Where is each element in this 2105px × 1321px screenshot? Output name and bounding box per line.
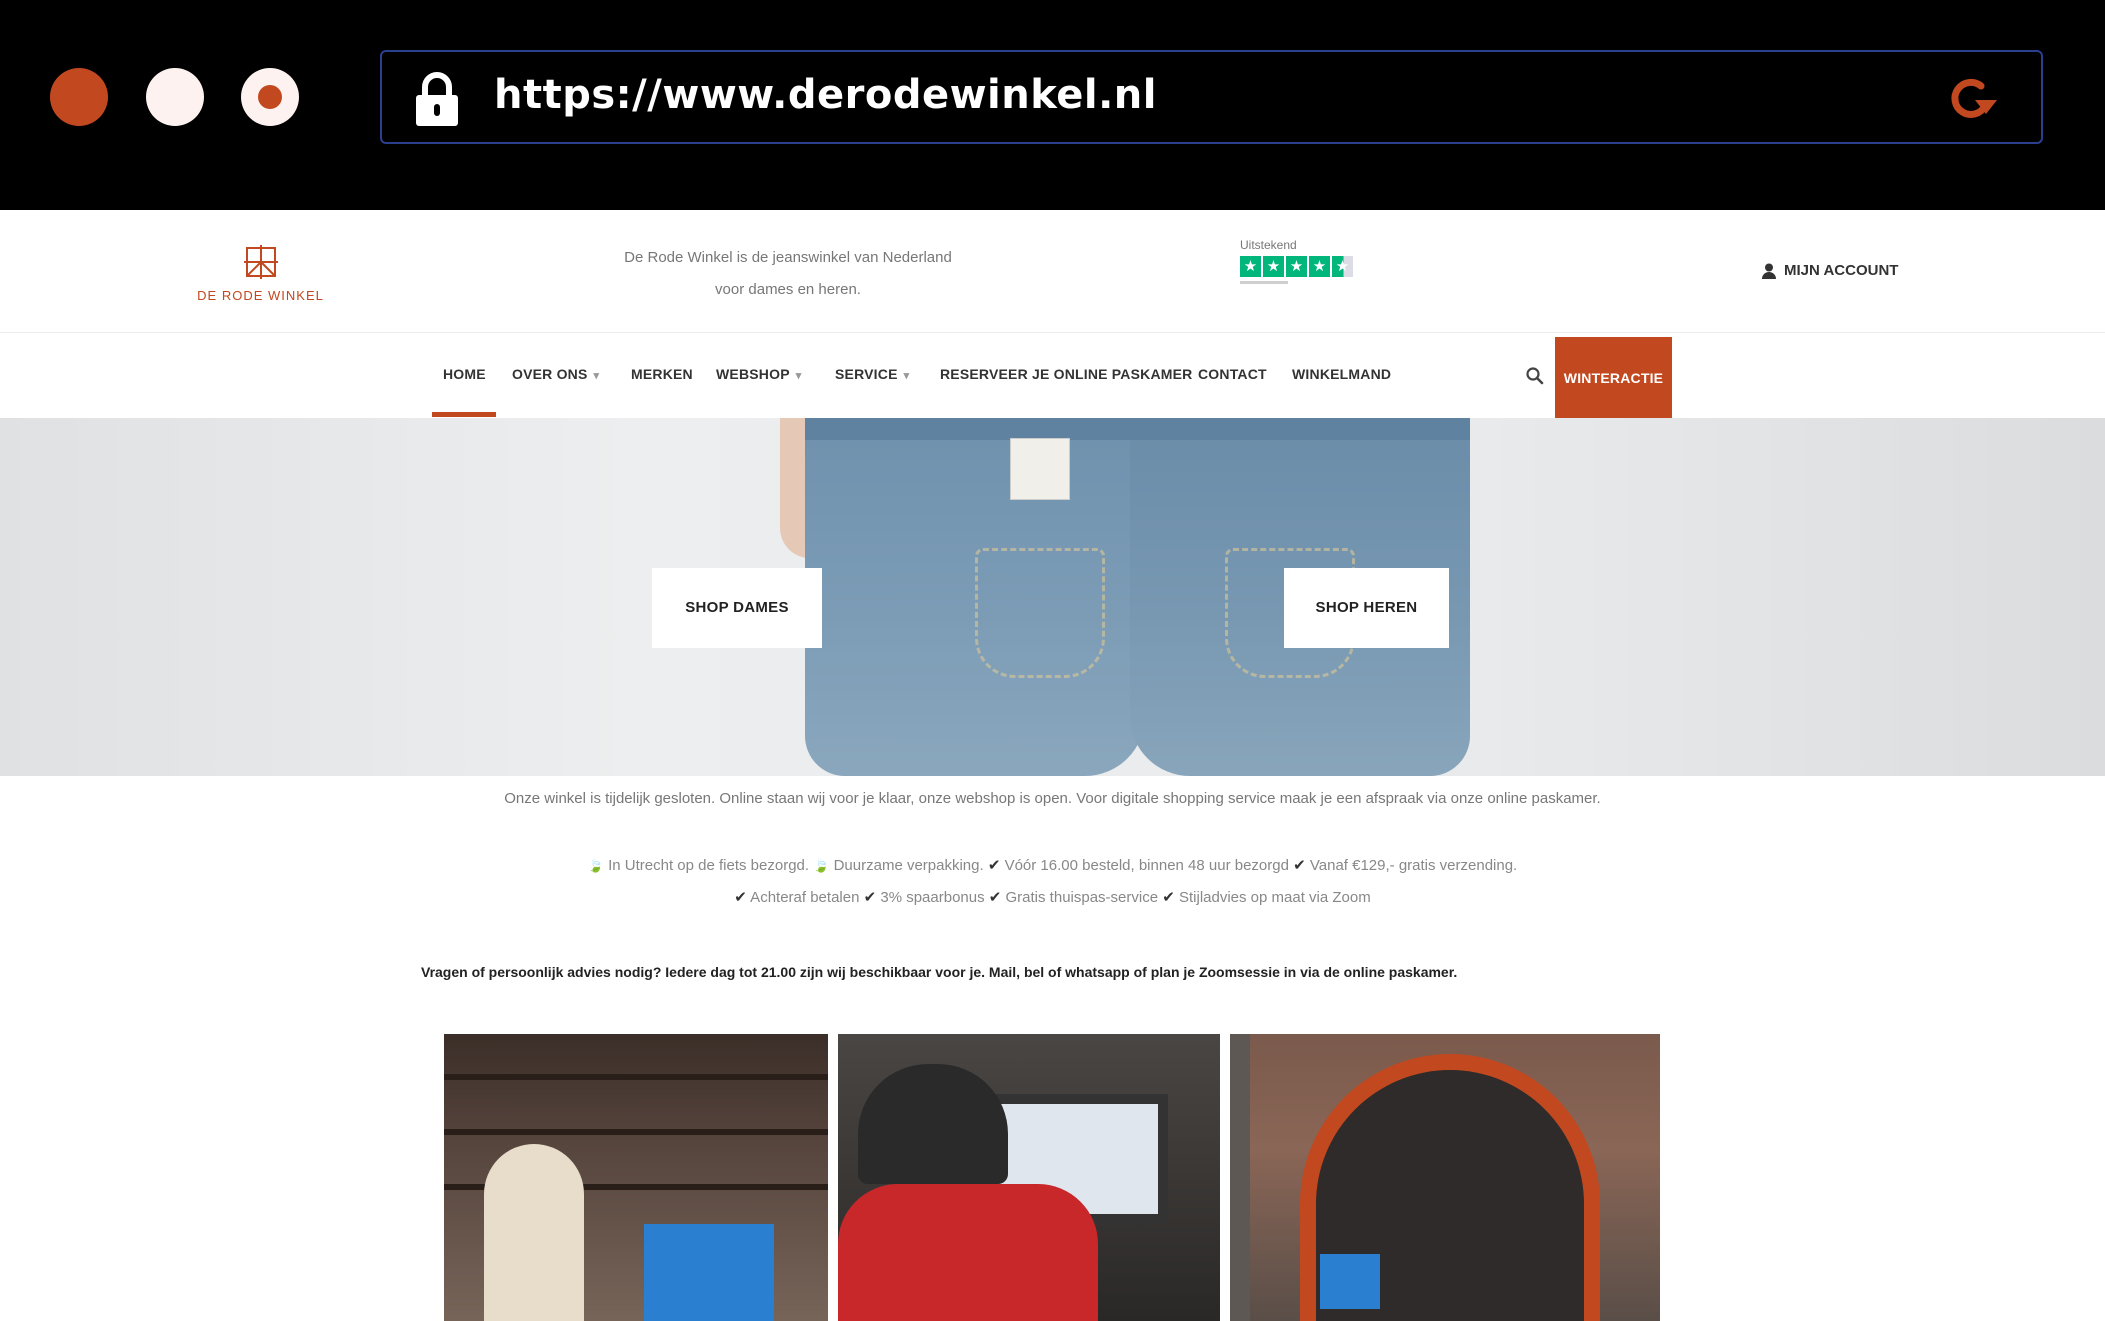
window-maximize-dot[interactable] — [241, 68, 299, 126]
check-icon: ✔ — [734, 889, 747, 906]
nav-item-contact[interactable]: CONTACT — [1198, 366, 1267, 382]
web-page: DE RODE WINKEL De Rode Winkel is de jean… — [0, 210, 2105, 1321]
shop-dames-button[interactable]: SHOP DAMES — [652, 568, 822, 648]
check-icon: ✔ — [1162, 889, 1175, 906]
trustpilot-subtext — [1240, 281, 1288, 284]
user-icon — [1762, 263, 1776, 279]
chevron-down-icon: ▾ — [795, 370, 802, 382]
address-bar[interactable]: https://www.derodewinkel.nl — [380, 50, 2043, 144]
window-minimize-dot[interactable] — [146, 68, 204, 126]
usp-item: Vóór 16.00 besteld, binnen 48 uur bezorg… — [1000, 857, 1289, 874]
check-icon: ✔ — [988, 889, 1002, 906]
lock-icon — [416, 72, 458, 126]
shop-heren-button[interactable]: SHOP HEREN — [1284, 568, 1449, 648]
tagline: De Rode Winkel is de jeanswinkel van Ned… — [588, 242, 988, 306]
trustpilot-widget[interactable]: Uitstekend ★ ★ ★ ★ ★ — [1240, 238, 1370, 284]
nav-item-label: OVER ONS — [512, 366, 588, 382]
nav-item-winkelmand[interactable]: WINKELMAND — [1292, 366, 1391, 382]
nav-item-service[interactable]: SERVICE ▾ — [835, 366, 909, 382]
url-text[interactable]: https://www.derodewinkel.nl — [494, 72, 1157, 118]
tagline-line-2: voor dames en heren. — [715, 281, 861, 298]
jeans-label-patch — [1010, 438, 1070, 500]
star-icon: ★ — [1309, 256, 1330, 277]
site-header: DE RODE WINKEL De Rode Winkel is de jean… — [0, 210, 2105, 333]
reload-icon[interactable] — [1941, 70, 2001, 130]
trustpilot-stars: ★ ★ ★ ★ ★ — [1240, 256, 1370, 277]
photo-store-interior[interactable] — [444, 1034, 828, 1321]
star-half-icon: ★ — [1332, 256, 1353, 277]
browser-chrome: https://www.derodewinkel.nl — [0, 0, 2105, 210]
usp-item: Stijladvies op maat via Zoom — [1174, 889, 1371, 906]
usp-line-1: 🍃 In Utrecht op de fiets bezorgd. 🍃 Duur… — [0, 850, 2105, 882]
usp-item: Achteraf betalen — [746, 889, 860, 906]
check-icon: ✔ — [1293, 857, 1306, 874]
window-close-dot[interactable] — [50, 68, 108, 126]
chevron-down-icon: ▾ — [903, 370, 910, 382]
usp-item: 3% spaarbonus — [876, 889, 985, 906]
star-icon: ★ — [1263, 256, 1284, 277]
usp-item: Vanaf €129,- gratis verzending. — [1305, 857, 1518, 874]
photo-bike-delivery[interactable] — [1230, 1034, 1660, 1321]
usp-line-2: ✔ Achteraf betalen ✔ 3% spaarbonus ✔ Gra… — [0, 882, 2105, 914]
store-notice: Onze winkel is tijdelijk gesloten. Onlin… — [504, 790, 1601, 807]
usp-item: Gratis thuispas-service — [1001, 889, 1159, 906]
my-account-label: MIJN ACCOUNT — [1784, 262, 1899, 279]
star-icon: ★ — [1286, 256, 1307, 277]
photo-online-service[interactable] — [838, 1034, 1220, 1321]
leaf-icon: 🍃 — [587, 858, 604, 873]
nav-active-indicator — [432, 412, 496, 417]
nav-item-merken[interactable]: MERKEN — [631, 366, 693, 382]
usp-item: In Utrecht op de fiets bezorgd. — [603, 857, 810, 874]
winteractie-button[interactable]: WINTERACTIE — [1555, 337, 1672, 420]
search-icon[interactable] — [1525, 366, 1545, 386]
hero-jeans-left — [805, 418, 1145, 776]
usp-list: 🍃 In Utrecht op de fiets bezorgd. 🍃 Duur… — [0, 850, 2105, 914]
nav-item-online-paskamer[interactable]: RESERVEER JE ONLINE PASKAMER — [940, 366, 1192, 382]
nav-item-label: WEBSHOP — [716, 366, 790, 382]
hero-banner: SHOP DAMES SHOP HEREN — [0, 418, 2105, 776]
nav-item-over-ons[interactable]: OVER ONS ▾ — [512, 366, 599, 382]
nav-item-webshop[interactable]: WEBSHOP ▾ — [716, 366, 801, 382]
tagline-line-1: De Rode Winkel is de jeanswinkel van Ned… — [624, 249, 952, 266]
trustpilot-label: Uitstekend — [1240, 238, 1297, 252]
usp-item: Duurzame verpakking. — [829, 857, 984, 874]
my-account-link[interactable]: MIJN ACCOUNT — [1762, 262, 1898, 279]
site-logo[interactable]: DE RODE WINKEL — [193, 245, 328, 307]
chevron-down-icon: ▾ — [593, 370, 600, 382]
advice-text: Vragen of persoonlijk advies nodig? Iede… — [421, 964, 1458, 980]
nav-item-home[interactable]: HOME — [443, 366, 486, 382]
star-icon: ★ — [1240, 256, 1261, 277]
leaf-icon: 🍃 — [813, 858, 830, 873]
logo-text: DE RODE WINKEL — [197, 288, 324, 303]
check-icon: ✔ — [987, 857, 1001, 874]
main-navigation: HOME OVER ONS ▾ MERKEN WEBSHOP ▾ SERVICE ▾ … — [0, 334, 2105, 420]
logo-mark-icon — [243, 245, 278, 279]
check-icon: ✔ — [863, 889, 877, 906]
nav-item-label: SERVICE — [835, 366, 898, 382]
